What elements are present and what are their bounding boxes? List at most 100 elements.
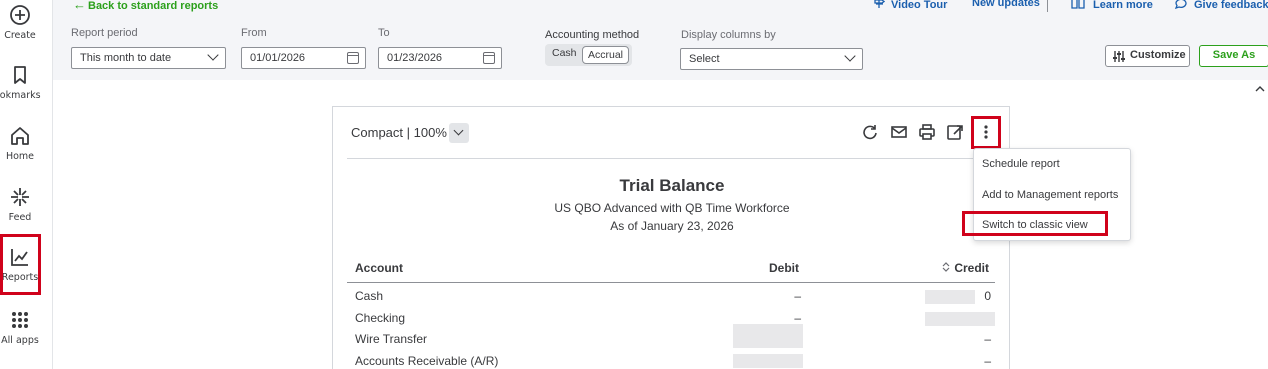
home-icon [11,127,29,145]
chevron-up-icon[interactable] [1255,84,1265,94]
row-debit: – [794,289,801,303]
nav-all-apps-label: All apps [1,335,39,346]
refresh-icon[interactable] [861,123,879,141]
give-feedback-label: Give feedback [1194,0,1268,11]
learn-more-label: Learn more [1093,0,1153,11]
to-date-input[interactable]: 01/23/2026 [378,47,502,69]
row-account[interactable]: Cash [355,289,383,303]
more-options-highlight-box [971,116,1001,149]
sliders-icon [1113,51,1125,62]
nav-home[interactable]: Home [0,125,40,162]
report-period-label: Report period [71,27,138,39]
save-as-label: Save As [1212,49,1256,61]
method-accrual-option[interactable]: Accrual [582,46,630,64]
view-mode-label: Compact [351,125,404,140]
row-credit: – [984,354,991,368]
column-header-debit[interactable]: Debit [769,261,799,275]
company-name: US QBO Advanced with QB Time Workforce [554,201,790,215]
table-row: Wire Transfer – [333,324,1011,352]
redacted-value [925,312,995,326]
chevron-down-icon [207,49,219,61]
from-date-input[interactable]: 01/01/2026 [241,47,366,69]
print-icon[interactable] [918,123,936,141]
report-period-value: This month to date [80,52,172,64]
report-card: Compact | 100% Trial Balance US QBO Adva… [332,106,1010,369]
menu-item-schedule-report[interactable]: Schedule report [982,158,1060,170]
view-mode-selector[interactable]: Compact | 100% [351,125,447,140]
plus-circle-icon [10,5,30,25]
report-title: Trial Balance [619,176,725,195]
nav-bookmarks-label: ookmarks [0,90,41,101]
video-tour-link[interactable]: Video Tour [873,0,947,11]
view-mode-separator: | [403,125,414,140]
feedback-icon [1174,0,1187,10]
table-row: Accounts Receivable (A/R) – [333,354,1011,369]
chevron-down-icon [844,50,856,62]
app-root: Create ookmarks Home Feed Reports All ap… [0,0,1268,369]
column-header-credit-label: Credit [954,261,989,275]
email-icon[interactable] [890,123,908,141]
filter-bar: ← Back to standard reports Video Tour New… [53,0,1268,92]
header-divider [1047,0,1048,12]
accounting-method-toggle: Cash Accrual [545,44,632,66]
row-account[interactable]: Checking [355,311,405,325]
method-cash-option[interactable]: Cash [552,47,577,59]
nav-home-label: Home [5,151,35,162]
table-row: Checking – [333,311,1011,331]
book-icon [1071,0,1085,9]
customize-button[interactable]: Customize [1105,45,1190,67]
back-to-standard-reports-link[interactable]: ← Back to standard reports [73,0,218,12]
display-columns-select[interactable]: Select [680,48,863,70]
row-account[interactable]: Wire Transfer [355,332,427,346]
zoom-level: 100% [413,125,447,140]
row-credit: 0 [984,289,991,303]
menu-item-add-to-management-reports[interactable]: Add to Management reports [982,189,1118,201]
accounting-method-label: Accounting method [545,29,640,41]
calendar-icon[interactable] [347,52,359,64]
from-date-value: 01/01/2026 [250,52,306,64]
column-header-account[interactable]: Account [355,261,403,275]
row-account[interactable]: Accounts Receivable (A/R) [355,354,498,368]
toolbar-divider [347,158,995,159]
nav-feed[interactable]: Feed [0,186,40,223]
nav-feed-label: Feed [8,212,32,223]
export-icon[interactable] [946,123,964,141]
nav-create[interactable]: Create [0,4,40,41]
display-columns-value: Select [689,53,720,65]
grid-dots-icon [12,312,28,328]
new-updates-label: New updates [972,0,1040,9]
nav-all-apps[interactable]: All apps [0,309,40,346]
redacted-value [733,324,803,348]
row-credit: – [984,332,991,346]
from-label: From [241,27,267,39]
report-period-select[interactable]: This month to date [71,47,226,69]
video-tour-label: Video Tour [891,0,948,11]
sort-icon[interactable] [942,262,950,272]
learn-more-link[interactable]: Learn more [1071,0,1153,11]
signpost-icon [874,0,886,8]
table-row: Cash – 0 [333,289,1011,309]
bookmark-icon [14,66,26,84]
customize-label: Customize [1130,49,1186,61]
to-label: To [378,27,390,39]
calendar-icon[interactable] [483,52,495,64]
give-feedback-link[interactable]: Give feedback [1174,0,1268,11]
report-date: As of January 23, 2026 [610,219,734,233]
new-updates-link[interactable]: New updates [972,0,1040,9]
reports-highlight-box [0,234,41,295]
back-link-label: Back to standard reports [88,0,219,12]
classic-view-highlight-box [962,211,1108,236]
nav-bookmarks[interactable]: ookmarks [0,64,41,101]
arrow-left-icon: ← [73,0,86,12]
row-debit: – [794,311,801,325]
nav-create-label: Create [4,30,36,41]
to-date-value: 01/23/2026 [387,52,443,64]
redacted-value [925,290,975,304]
save-as-button[interactable]: Save As [1199,45,1268,67]
display-columns-label: Display columns by [681,29,776,41]
zoom-chevron-button[interactable] [449,123,469,143]
redacted-value [733,354,803,368]
left-nav: Create ookmarks Home Feed Reports All ap… [0,0,53,369]
sparkle-icon [11,188,29,206]
column-header-credit[interactable]: Credit [942,261,989,275]
